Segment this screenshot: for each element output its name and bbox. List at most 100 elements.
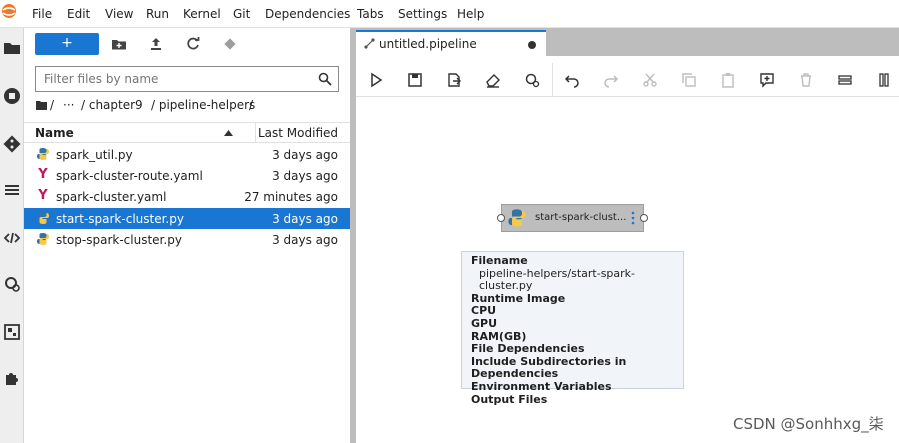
file-modified: 3 days ago xyxy=(272,212,338,226)
file-name: spark_util.py xyxy=(56,148,133,162)
file-modified: 27 minutes ago xyxy=(244,190,338,204)
menu-edit[interactable]: Edit xyxy=(67,7,90,21)
menu-help[interactable]: Help xyxy=(457,7,484,21)
node-properties-tooltip: Filename pipeline-helpers/start-spark-cl… xyxy=(461,251,684,405)
python-icon xyxy=(508,209,526,227)
breadcrumb-pipeline-helpers[interactable]: / pipeline-helpers xyxy=(151,98,255,112)
file-row[interactable]: Y spark-cluster-route.yaml 3 days ago xyxy=(24,165,350,186)
python-icon xyxy=(37,233,49,245)
file-row[interactable]: spark_util.py 3 days ago xyxy=(24,144,350,165)
menu-git[interactable]: Git xyxy=(233,7,250,21)
gear-cluster-icon[interactable] xyxy=(2,274,22,294)
run-icon[interactable] xyxy=(368,72,384,88)
column-name-header[interactable]: Name xyxy=(35,126,74,140)
menu-view[interactable]: View xyxy=(105,7,133,21)
node-label: start-spark-clust... xyxy=(535,212,627,223)
delete-icon[interactable] xyxy=(798,72,814,88)
yaml-icon: Y xyxy=(38,167,48,182)
file-row-selected[interactable]: start-spark-cluster.py 3 days ago xyxy=(24,208,350,229)
git-clone-icon[interactable] xyxy=(222,36,238,52)
menu-run[interactable]: Run xyxy=(146,7,169,21)
clear-eraser-icon[interactable] xyxy=(485,72,501,88)
file-modified: 3 days ago xyxy=(272,233,338,247)
jupyter-logo-icon xyxy=(2,4,16,18)
cut-icon[interactable] xyxy=(642,72,658,88)
copy-icon[interactable] xyxy=(681,72,697,88)
breadcrumb-chapter9[interactable]: / chapter9 xyxy=(81,98,143,112)
file-name: start-spark-cluster.py xyxy=(56,212,184,226)
folder-icon[interactable] xyxy=(2,38,22,58)
undo-icon[interactable] xyxy=(564,72,580,88)
menu-dependencies[interactable]: Dependencies xyxy=(265,7,350,21)
tooltip-file-dependencies: File Dependencies xyxy=(471,342,585,356)
file-name: spark-cluster-route.yaml xyxy=(56,169,203,183)
arrange-horizontal-icon[interactable] xyxy=(837,72,853,88)
new-folder-icon[interactable] xyxy=(111,36,127,52)
tooltip-filename-value: pipeline-helpers/start-spark-cluster.py xyxy=(479,266,636,293)
breadcrumb-root[interactable]: / xyxy=(50,98,54,112)
file-filter-box xyxy=(35,66,339,92)
git-icon[interactable] xyxy=(2,134,22,154)
yaml-icon: Y xyxy=(38,188,48,203)
puzzle-icon[interactable] xyxy=(2,368,22,388)
input-port[interactable] xyxy=(497,214,505,222)
refresh-icon[interactable] xyxy=(185,36,201,52)
menu-settings[interactable]: Settings xyxy=(398,7,447,21)
tooltip-output-files: Output Files xyxy=(471,392,548,406)
unsaved-dot-icon[interactable] xyxy=(528,41,536,49)
arrange-vertical-icon[interactable] xyxy=(876,72,892,88)
tooltip-cpu: CPU xyxy=(471,304,497,318)
file-row[interactable]: stop-spark-cluster.py 3 days ago xyxy=(24,229,350,250)
tooltip-filename-label: Filename xyxy=(471,254,528,267)
python-icon xyxy=(37,212,49,224)
file-browser-panel: + / ··· / chapter9 / pipeline-helpers / … xyxy=(24,28,350,443)
pipeline-canvas[interactable]: start-spark-clust... Filename pipeline-h… xyxy=(356,97,899,443)
main-area: untitled.pipeline start-spark-clust... F… xyxy=(356,28,899,443)
tab-bar: untitled.pipeline xyxy=(356,28,899,56)
plus-label: + xyxy=(61,35,73,51)
menu-kernel[interactable]: Kernel xyxy=(183,7,221,21)
tab-untitled-pipeline[interactable]: untitled.pipeline xyxy=(356,30,546,56)
sort-ascending-icon[interactable] xyxy=(224,130,233,136)
watermark-text: CSDN @Sonhhxg_柒 xyxy=(733,415,884,433)
activity-bar xyxy=(0,28,24,443)
filter-input[interactable] xyxy=(36,67,306,91)
file-name: spark-cluster.yaml xyxy=(56,190,167,204)
code-icon[interactable] xyxy=(2,228,22,248)
tooltip-runtime-image: Runtime Image xyxy=(471,291,566,305)
breadcrumb-ellipsis[interactable]: ··· xyxy=(63,98,74,112)
tab-title: untitled.pipeline xyxy=(379,37,477,51)
file-modified: 3 days ago xyxy=(272,148,338,162)
new-launcher-button[interactable]: + xyxy=(35,33,99,55)
export-icon[interactable] xyxy=(446,72,462,88)
file-row[interactable]: Y spark-cluster.yaml 27 minutes ago xyxy=(24,186,350,207)
menu-file[interactable]: File xyxy=(32,7,52,21)
file-list-header: Name Last Modified xyxy=(24,122,350,143)
save-icon[interactable] xyxy=(407,72,423,88)
image-table-icon[interactable] xyxy=(2,322,22,342)
file-modified: 3 days ago xyxy=(272,169,338,183)
pipeline-node[interactable]: start-spark-clust... xyxy=(497,204,648,232)
upload-icon[interactable] xyxy=(148,36,164,52)
stop-circle-icon[interactable] xyxy=(2,86,22,106)
paste-icon[interactable] xyxy=(720,72,736,88)
folder-home-icon[interactable] xyxy=(36,100,47,110)
python-icon xyxy=(37,148,49,160)
node-menu-icon[interactable] xyxy=(631,211,635,225)
runtimes-icon[interactable] xyxy=(524,72,540,88)
column-last-modified-header[interactable]: Last Modified xyxy=(258,126,338,140)
redo-icon[interactable] xyxy=(603,72,619,88)
tooltip-gpu: GPU xyxy=(471,316,498,330)
output-port[interactable] xyxy=(640,214,648,222)
search-icon xyxy=(318,72,332,86)
list-icon[interactable] xyxy=(2,180,22,200)
pipeline-toolbar xyxy=(356,63,899,97)
tooltip-include-subdirs: Include Subdirectories in Dependencies xyxy=(471,354,627,381)
add-comment-icon[interactable] xyxy=(759,72,775,88)
breadcrumb-trailing-slash: / xyxy=(249,98,254,112)
menu-tabs[interactable]: Tabs xyxy=(357,7,384,21)
file-name: stop-spark-cluster.py xyxy=(56,233,182,247)
menu-bar: File Edit View Run Kernel Git Dependenci… xyxy=(0,0,899,28)
toolbar-divider xyxy=(552,63,553,97)
tooltip-env-vars: Environment Variables xyxy=(471,379,612,393)
